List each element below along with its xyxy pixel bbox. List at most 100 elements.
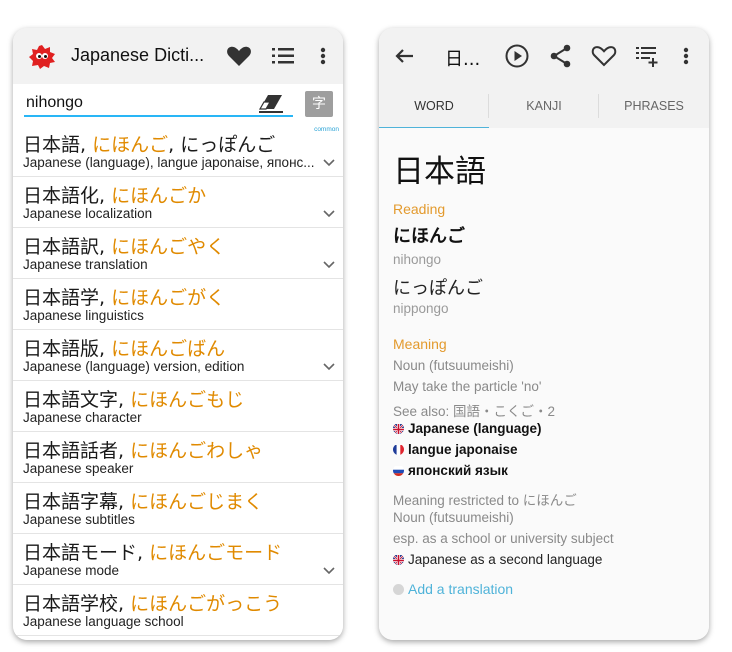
result-kana: にほんごじまく bbox=[130, 491, 264, 513]
result-kana: にほんごばん bbox=[111, 338, 226, 360]
result-headword: 日本語文字, にほんごもじ bbox=[23, 389, 245, 411]
result-headword: 日本語学校, にほんごがっこう bbox=[23, 593, 283, 615]
translation-english: Japanese as a second language bbox=[393, 552, 602, 567]
word-detail-screen: 日... WORD KANJI PHRASES 日本語 Reading にほんご… bbox=[379, 28, 709, 640]
result-kanji: 日本語版 bbox=[23, 338, 100, 360]
result-headword: 日本語話者, にほんごわしゃ bbox=[23, 440, 264, 462]
overflow-menu-icon[interactable] bbox=[672, 42, 700, 70]
detail-tabs: WORD KANJI PHRASES bbox=[379, 84, 709, 129]
add-to-list-icon[interactable] bbox=[633, 42, 661, 70]
reading-kana: にほんご bbox=[393, 226, 465, 247]
result-row[interactable]: 日本語訳, にほんごやく Japanese translation bbox=[13, 228, 343, 279]
expand-chevron-icon[interactable] bbox=[323, 363, 335, 371]
translation-french: langue japonaise bbox=[393, 442, 518, 457]
detail-title: 日... bbox=[445, 49, 481, 70]
usage-note: esp. as a school or university subject bbox=[393, 531, 614, 546]
search-screen: Japanese Dicti... 字 common 日本語, にほんご, にっ… bbox=[13, 28, 343, 640]
result-kanji: 日本語学 bbox=[23, 287, 100, 309]
expand-chevron-icon[interactable] bbox=[323, 159, 335, 167]
see-also: See also: 国語・こくご・2 bbox=[393, 404, 556, 419]
result-kana: にほんごモード bbox=[149, 542, 283, 564]
share-icon[interactable] bbox=[547, 42, 575, 70]
result-definition: Japanese (language) version, edition bbox=[23, 359, 245, 374]
favorite-outline-heart-icon[interactable] bbox=[590, 42, 618, 70]
app-logo-icon bbox=[29, 45, 55, 69]
result-headword: 日本語訳, にほんごやく bbox=[23, 236, 226, 258]
lists-icon[interactable] bbox=[269, 42, 297, 70]
kanji-lookup-button[interactable]: 字 bbox=[305, 91, 333, 117]
reading-kana: にっぽんご bbox=[393, 278, 483, 299]
result-definition: Japanese translation bbox=[23, 257, 148, 272]
result-headword: 日本語, にほんご, にっぽんご bbox=[23, 134, 276, 156]
app-toolbar: Japanese Dicti... bbox=[13, 28, 343, 85]
reading-section-label: Reading bbox=[393, 201, 446, 217]
part-of-speech: Noun (futsuumeishi) bbox=[393, 358, 514, 373]
result-row[interactable]: 日本語モード, にほんごモード Japanese mode bbox=[13, 534, 343, 585]
result-kana: にほんごがっこう bbox=[130, 593, 283, 615]
result-kana: にほんご bbox=[92, 134, 169, 156]
result-kanji: 日本語モード bbox=[23, 542, 138, 564]
result-definition: Japanese subtitles bbox=[23, 512, 135, 527]
expand-chevron-icon[interactable] bbox=[323, 261, 335, 269]
result-kanji: 日本語化 bbox=[23, 185, 100, 207]
part-of-speech: Noun (futsuumeishi) bbox=[393, 510, 514, 525]
add-translation-link[interactable]: Add a translation bbox=[393, 579, 513, 598]
uk-flag-icon bbox=[393, 554, 404, 565]
result-row[interactable]: 日本語学, にほんごがく Japanese linguistics bbox=[13, 279, 343, 330]
eraser-clear-icon[interactable] bbox=[257, 92, 285, 114]
result-row[interactable]: 日本語, にほんご, にっぽんご Japanese (language), lan… bbox=[13, 126, 343, 177]
translation-english: Japanese (language) bbox=[393, 421, 542, 436]
result-kana: にほんごわしゃ bbox=[130, 440, 264, 462]
tab-kanji[interactable]: KANJI bbox=[489, 84, 599, 128]
result-row[interactable]: 日本語学校, にほんごがっこう Japanese language school bbox=[13, 585, 343, 636]
detail-toolbar: 日... bbox=[379, 28, 709, 84]
result-kana: にほんごがく bbox=[111, 287, 226, 309]
add-dot-icon bbox=[393, 584, 404, 595]
add-translation-label: Add a translation bbox=[408, 581, 514, 597]
translation-text: Japanese (language) bbox=[408, 421, 542, 436]
result-kanji: 日本語 bbox=[23, 134, 81, 156]
result-kanji: 日本語字幕 bbox=[23, 491, 119, 513]
back-arrow-icon[interactable] bbox=[391, 42, 419, 70]
russia-flag-icon bbox=[393, 465, 404, 476]
reading-romaji: nihongo bbox=[393, 252, 442, 267]
translation-text: Japanese as a second language bbox=[408, 552, 603, 567]
particle-note: May take the particle 'no' bbox=[393, 379, 542, 394]
result-kanji: 日本語話者 bbox=[23, 440, 119, 462]
result-definition: Japanese language school bbox=[23, 614, 184, 629]
result-alt-reading: , にっぽんご bbox=[168, 134, 276, 156]
search-input[interactable] bbox=[24, 91, 293, 117]
expand-chevron-icon[interactable] bbox=[323, 210, 335, 218]
result-kanji: 日本語学校 bbox=[23, 593, 119, 615]
result-headword: 日本語字幕, にほんごじまく bbox=[23, 491, 264, 513]
result-kanji: 日本語訳 bbox=[23, 236, 100, 258]
results-list: common 日本語, にほんご, にっぽんご Japanese (languag… bbox=[13, 126, 343, 640]
result-definition: Japanese localization bbox=[23, 206, 153, 221]
reading-romaji: nippongo bbox=[393, 301, 449, 316]
result-definition: Japanese character bbox=[23, 410, 142, 425]
play-audio-icon[interactable] bbox=[503, 42, 531, 70]
common-tag: common bbox=[314, 126, 339, 133]
result-kana: にほんごもじ bbox=[130, 389, 245, 411]
expand-chevron-icon[interactable] bbox=[323, 567, 335, 575]
tab-phrases[interactable]: PHRASES bbox=[599, 84, 709, 128]
translation-text: японский язык bbox=[408, 463, 508, 478]
result-headword: 日本語学, にほんごがく bbox=[23, 287, 226, 309]
result-row[interactable]: 日本語版, にほんごばん Japanese (language) version,… bbox=[13, 330, 343, 381]
result-row[interactable]: 日本語文字, にほんごもじ Japanese character bbox=[13, 381, 343, 432]
result-row[interactable]: 日本語化, にほんごか Japanese localization bbox=[13, 177, 343, 228]
favorites-heart-icon[interactable] bbox=[225, 42, 253, 70]
result-row[interactable]: 日本語字幕, にほんごじまく Japanese subtitles bbox=[13, 483, 343, 534]
search-bar: 字 bbox=[13, 84, 343, 126]
result-definition: Japanese mode bbox=[23, 563, 120, 578]
tab-word[interactable]: WORD bbox=[379, 84, 489, 128]
translation-russian: японский язык bbox=[393, 463, 508, 478]
word-detail: 日本語 Reading にほんご nihongo にっぽんご nippongo … bbox=[379, 128, 709, 640]
france-flag-icon bbox=[393, 444, 404, 455]
result-row[interactable]: 日本語話者, にほんごわしゃ Japanese speaker bbox=[13, 432, 343, 483]
result-headword: 日本語版, にほんごばん bbox=[23, 338, 226, 360]
translation-text: langue japonaise bbox=[408, 442, 518, 457]
uk-flag-icon bbox=[393, 423, 404, 434]
overflow-menu-icon[interactable] bbox=[309, 42, 337, 70]
result-kana: にほんごやく bbox=[111, 236, 226, 258]
